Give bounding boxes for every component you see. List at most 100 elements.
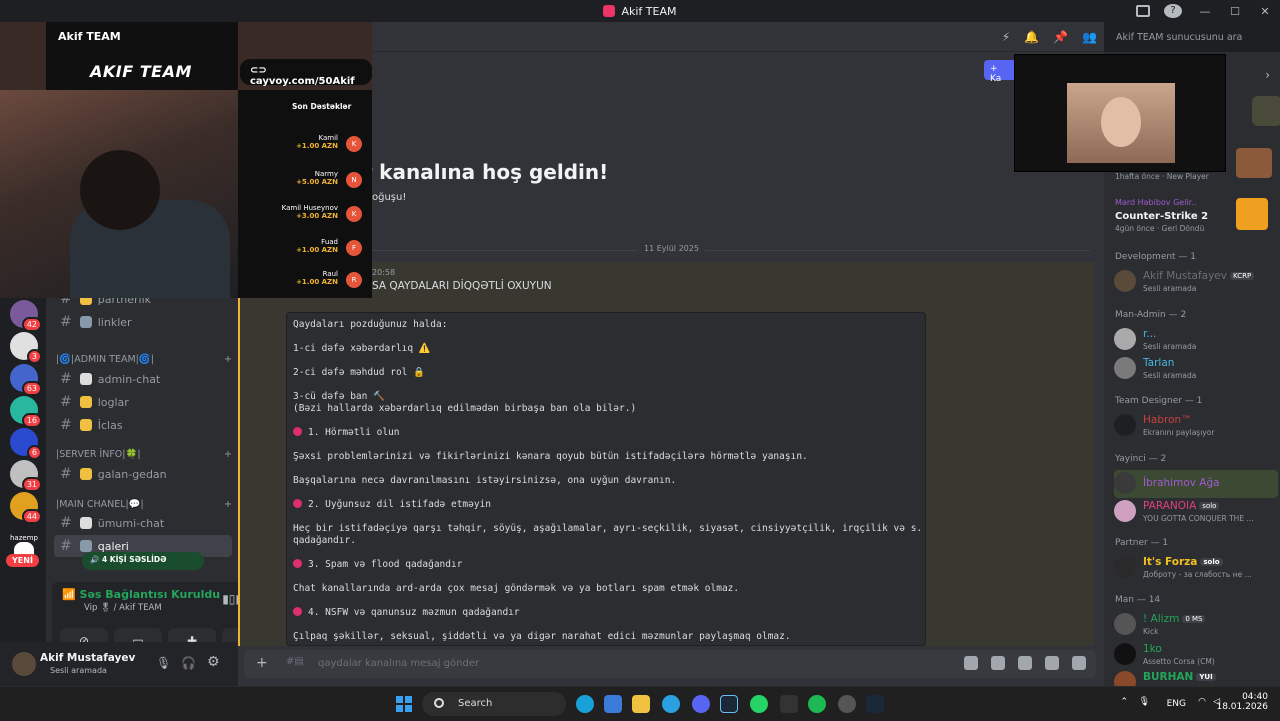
add-channel-icon[interactable]: + bbox=[224, 499, 232, 510]
member-status: Sesli aramada bbox=[1143, 284, 1197, 293]
avatar bbox=[1114, 643, 1136, 665]
minimize-button[interactable]: — bbox=[1190, 5, 1220, 18]
help-icon[interactable]: ? bbox=[1164, 4, 1182, 18]
handshake-icon bbox=[79, 419, 92, 431]
discord-icon[interactable] bbox=[692, 695, 710, 713]
channel-loglar[interactable]: # loglar bbox=[54, 391, 232, 413]
donation-amount: +1.00 AZN bbox=[296, 246, 338, 254]
avatar bbox=[1114, 270, 1136, 292]
category-main-chanel[interactable]: |MAIN CHANEL|💬| + bbox=[56, 495, 232, 513]
close-button[interactable]: ✕ bbox=[1250, 5, 1280, 18]
settings-gear-icon[interactable]: ⚙ bbox=[207, 654, 220, 670]
server-icon[interactable]: 44 bbox=[10, 492, 42, 524]
attach-plus-icon[interactable]: + bbox=[256, 655, 268, 671]
apps-icon[interactable] bbox=[1072, 656, 1086, 670]
avatar[interactable] bbox=[12, 652, 36, 676]
member-row[interactable]: Habron™ Ekranını paylaşıyor bbox=[1114, 412, 1278, 440]
maximize-button[interactable]: ☐ bbox=[1220, 5, 1250, 18]
file-explorer-icon[interactable] bbox=[632, 695, 650, 713]
member-row[interactable]: ! Alizm 0 MS Kick bbox=[1114, 611, 1278, 639]
channel-linkler[interactable]: # linkler bbox=[54, 311, 232, 333]
microphone-icon[interactable]: 🎙 bbox=[156, 656, 171, 670]
headphones-icon[interactable]: 🎧 bbox=[181, 656, 196, 670]
add-channel-icon[interactable]: + bbox=[224, 449, 232, 460]
message-input[interactable]: qaydalar kanalına mesaj gönder bbox=[318, 658, 479, 669]
category-server-info[interactable]: |SERVER İNFO|🍀| + bbox=[56, 445, 232, 463]
donor-avatar: R bbox=[346, 272, 362, 288]
voice-users-pill[interactable]: 🔊 4 KİŞİ SƏSLİDƏ bbox=[82, 552, 204, 570]
microphone-icon[interactable]: 🎙 bbox=[1139, 697, 1150, 707]
member-category: Yayinci — 2 bbox=[1115, 454, 1167, 464]
whatsapp-icon[interactable] bbox=[750, 695, 768, 713]
rule-line: qadağandır. bbox=[293, 535, 356, 546]
server-icon[interactable]: 63 bbox=[10, 364, 42, 396]
inbox-icon[interactable] bbox=[1136, 5, 1150, 17]
channel-galan-gedan[interactable]: # galan-gedan bbox=[54, 463, 232, 485]
rule-heading: 2. Uyğunsuz dil istifadə etməyin bbox=[293, 499, 491, 510]
member-category: Man — 14 bbox=[1115, 595, 1161, 605]
server-icon[interactable]: 31 bbox=[10, 460, 42, 492]
gif-icon[interactable] bbox=[991, 656, 1005, 670]
category-admin-team[interactable]: |🌀|ADMIN TEAM|🌀| + bbox=[56, 350, 232, 368]
picture-in-picture-video[interactable] bbox=[1014, 54, 1226, 172]
wifi-icon[interactable]: ◠ bbox=[1198, 697, 1206, 707]
member-name: r... bbox=[1143, 328, 1157, 340]
spotify-icon[interactable] bbox=[808, 695, 826, 713]
member-row[interactable]: It's Forza solo Доброту - за слабость не … bbox=[1114, 554, 1278, 582]
user-panel: Akif Mustafayev Sesli aramada 🎙 🎧 ⚙ bbox=[0, 642, 238, 686]
chevron-up-icon[interactable]: ⌃ bbox=[1120, 697, 1128, 707]
epic-games-icon[interactable] bbox=[780, 695, 798, 713]
channel-admin-chat[interactable]: # admin-chat bbox=[54, 368, 232, 390]
clock[interactable]: 04:40 18.01.2026 bbox=[1216, 692, 1268, 712]
donor-name: Fuad bbox=[321, 238, 338, 246]
server-icon[interactable]: 16 bbox=[10, 396, 42, 428]
member-row[interactable]: r... Sesli aramada bbox=[1114, 326, 1278, 354]
add-button[interactable]: + Ka bbox=[984, 60, 1014, 84]
member-name: 1ko bbox=[1143, 643, 1162, 655]
app-icon[interactable] bbox=[838, 695, 856, 713]
member-name-wrap: PARANOIA solo bbox=[1143, 500, 1220, 512]
store-icon[interactable] bbox=[604, 695, 622, 713]
windows-start-icon[interactable] bbox=[396, 696, 412, 712]
member-row[interactable]: PARANOIA solo YOU GOTTA CONQUER THE ... bbox=[1114, 498, 1278, 526]
donation-amount: +1.00 AZN bbox=[296, 142, 338, 150]
member-row[interactable]: Akif Mustafayev KCRP Sesli aramada bbox=[1114, 268, 1278, 296]
channel-umumi-chat[interactable]: # ümumi-chat bbox=[54, 512, 232, 534]
red-circle-icon bbox=[293, 559, 302, 568]
add-channel-icon[interactable]: + bbox=[224, 354, 232, 365]
server-icon[interactable]: 6 bbox=[10, 428, 42, 460]
telegram-icon[interactable] bbox=[662, 695, 680, 713]
boost-icon[interactable]: ⚡ bbox=[1002, 30, 1010, 44]
member-row[interactable]: Tarlan Sesli aramada bbox=[1114, 355, 1278, 383]
member-name: BURHAN bbox=[1143, 671, 1194, 683]
sticker-icon[interactable] bbox=[1018, 656, 1032, 670]
steam-icon[interactable] bbox=[866, 695, 884, 713]
donations-panel: Son Dəstəklər Kamil +1.00 AZN K Narmy +5.0… bbox=[238, 90, 372, 298]
donor-name: Kamil Huseynov bbox=[281, 204, 338, 212]
hash-icon: # bbox=[60, 515, 72, 531]
server-icon[interactable]: 42 bbox=[10, 300, 42, 332]
member-row[interactable]: BURHAN YUI bbox=[1114, 669, 1278, 686]
link-icon: ⊂⊃ bbox=[250, 65, 267, 76]
member-category: Development — 1 bbox=[1115, 252, 1197, 262]
pin-icon[interactable]: 📌 bbox=[1053, 30, 1068, 44]
notification-bell-icon[interactable]: 🔔 bbox=[1024, 30, 1039, 44]
search-input[interactable]: Akif TEAM sunucusunu ara bbox=[1110, 27, 1274, 49]
edge-icon[interactable] bbox=[576, 695, 594, 713]
server-icon[interactable]: 3 bbox=[10, 332, 42, 364]
channel-iclas[interactable]: # İclas bbox=[54, 414, 232, 436]
channel-label: İclas bbox=[97, 418, 123, 432]
gift-icon[interactable] bbox=[964, 656, 978, 670]
steam-icon[interactable] bbox=[720, 695, 738, 713]
emoji-icon[interactable] bbox=[1045, 656, 1059, 670]
language-indicator[interactable]: ENG bbox=[1167, 699, 1186, 709]
donation-item: Kamil +1.00 AZN bbox=[296, 134, 338, 150]
member-list-icon[interactable]: 👥 bbox=[1082, 30, 1097, 44]
chevron-right-icon[interactable]: › bbox=[1265, 68, 1270, 82]
message-composer[interactable]: + #▤ qaydalar kanalına mesaj gönder bbox=[244, 650, 1096, 678]
member-row[interactable]: İbrahimov Ağa bbox=[1114, 470, 1278, 498]
user-status: Sesli aramada bbox=[50, 666, 107, 675]
taskbar-search[interactable]: Search bbox=[422, 692, 566, 716]
speech-bubble-icon bbox=[79, 517, 92, 529]
member-row[interactable]: 1ko Assetto Corsa (CM) bbox=[1114, 641, 1278, 669]
